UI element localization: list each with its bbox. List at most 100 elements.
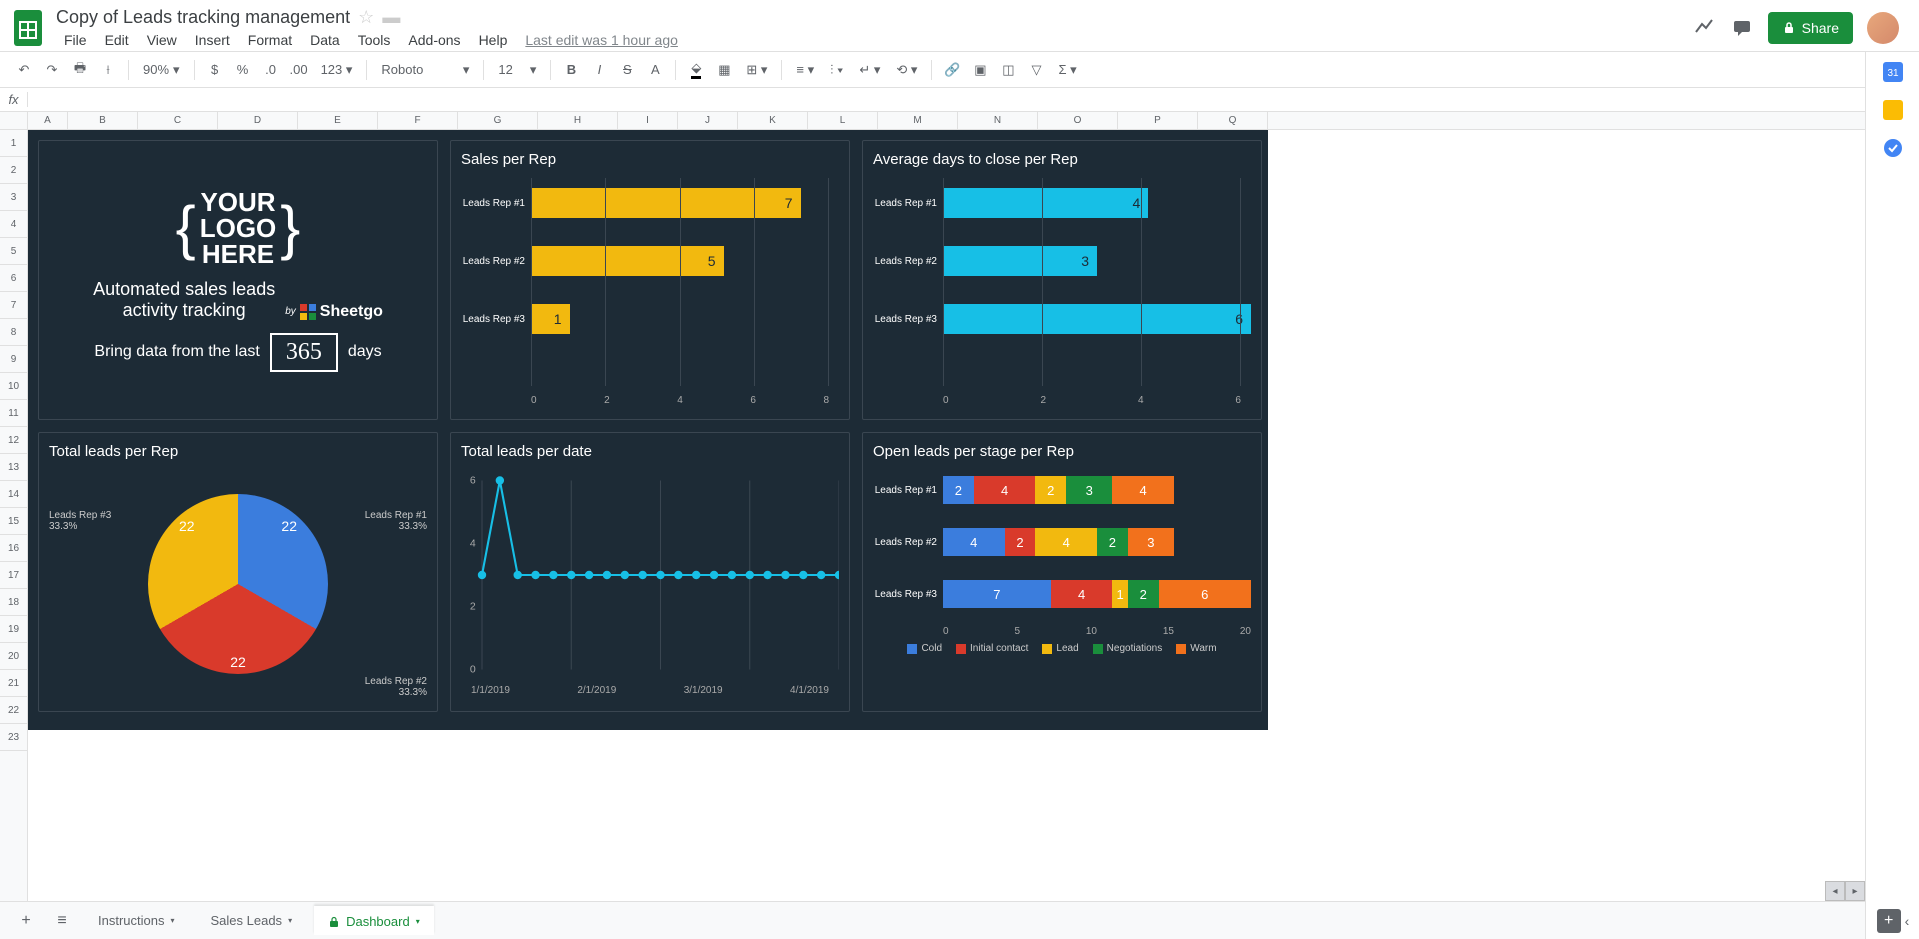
chart-button[interactable]: ◫ xyxy=(996,58,1020,82)
row-header[interactable]: 1 xyxy=(0,130,27,157)
comment-button[interactable]: ▣ xyxy=(968,58,992,82)
h-align-dropdown[interactable]: ≡ ▾ xyxy=(790,62,820,78)
avg-days-chart[interactable]: Average days to close per Rep Leads Rep … xyxy=(862,140,1262,420)
comments-icon[interactable] xyxy=(1730,16,1754,40)
move-folder-icon[interactable]: ▬ xyxy=(382,7,400,28)
font-dropdown[interactable]: Roboto▾ xyxy=(375,62,475,78)
column-header[interactable]: F xyxy=(378,112,458,129)
row-header[interactable]: 11 xyxy=(0,400,27,427)
row-header[interactable]: 20 xyxy=(0,643,27,670)
tasks-icon[interactable] xyxy=(1883,138,1903,158)
explore-button[interactable]: + ‹ xyxy=(1869,905,1917,937)
share-button[interactable]: Share xyxy=(1768,12,1853,44)
menu-view[interactable]: View xyxy=(139,30,185,50)
menu-file[interactable]: File xyxy=(56,30,95,50)
row-header[interactable]: 19 xyxy=(0,616,27,643)
filter-button[interactable]: ▽ xyxy=(1024,58,1048,82)
menu-insert[interactable]: Insert xyxy=(187,30,238,50)
open-leads-stage-chart[interactable]: Open leads per stage per Rep Leads Rep #… xyxy=(862,432,1262,712)
menu-addons[interactable]: Add-ons xyxy=(400,30,468,50)
column-header[interactable]: G xyxy=(458,112,538,129)
more-formats-dropdown[interactable]: 123 ▾ xyxy=(315,62,359,78)
row-header[interactable]: 14 xyxy=(0,481,27,508)
menu-format[interactable]: Format xyxy=(240,30,300,50)
bold-button[interactable]: B xyxy=(559,58,583,82)
percent-button[interactable]: % xyxy=(231,58,255,82)
column-header[interactable]: N xyxy=(958,112,1038,129)
dec-increase-button[interactable]: .00 xyxy=(287,58,311,82)
row-header[interactable]: 8 xyxy=(0,319,27,346)
row-header[interactable]: 3 xyxy=(0,184,27,211)
row-header[interactable]: 21 xyxy=(0,670,27,697)
activity-icon[interactable] xyxy=(1692,16,1716,40)
dec-decrease-button[interactable]: .0 xyxy=(259,58,283,82)
column-header[interactable]: A xyxy=(28,112,68,129)
column-header[interactable]: H xyxy=(538,112,618,129)
row-header[interactable]: 6 xyxy=(0,265,27,292)
doc-title[interactable]: Copy of Leads tracking management xyxy=(56,7,350,28)
borders-button[interactable]: ▦ xyxy=(712,58,736,82)
row-header[interactable]: 12 xyxy=(0,427,27,454)
menu-edit[interactable]: Edit xyxy=(97,30,137,50)
column-header[interactable]: J xyxy=(678,112,738,129)
column-header[interactable]: D xyxy=(218,112,298,129)
italic-button[interactable]: I xyxy=(587,58,611,82)
grid-area[interactable]: ABCDEFGHIJKLMNOPQ { YOUR LOGO HERE } Aut… xyxy=(28,112,1919,901)
calendar-icon[interactable]: 31 xyxy=(1883,62,1903,82)
fill-color-button[interactable]: ⬙ xyxy=(684,58,708,82)
last-edit-link[interactable]: Last edit was 1 hour ago xyxy=(517,32,678,48)
row-header[interactable]: 16 xyxy=(0,535,27,562)
currency-button[interactable]: $ xyxy=(203,58,227,82)
scroll-left-button[interactable]: ◂ xyxy=(1825,881,1845,901)
column-header[interactable]: P xyxy=(1118,112,1198,129)
sales-per-rep-chart[interactable]: Sales per Rep Leads Rep #1 7Leads Rep #2… xyxy=(450,140,850,420)
star-icon[interactable]: ☆ xyxy=(358,7,374,28)
menu-tools[interactable]: Tools xyxy=(350,30,399,50)
rotate-dropdown[interactable]: ⟲ ▾ xyxy=(890,62,923,78)
row-header[interactable]: 13 xyxy=(0,454,27,481)
paint-format-button[interactable]: ⟊ xyxy=(96,58,120,82)
sheets-logo-icon[interactable] xyxy=(8,8,48,48)
row-header[interactable]: 2 xyxy=(0,157,27,184)
total-leads-date-chart[interactable]: Total leads per date 0246 1/1/20192/1/20… xyxy=(450,432,850,712)
row-header[interactable]: 23 xyxy=(0,724,27,751)
merge-dropdown[interactable]: ⊞ ▾ xyxy=(740,62,773,78)
undo-button[interactable]: ↶ xyxy=(12,58,36,82)
column-header[interactable]: I xyxy=(618,112,678,129)
column-header[interactable]: K xyxy=(738,112,808,129)
total-leads-rep-chart[interactable]: Total leads per Rep 22 22 22 Leads Rep #… xyxy=(38,432,438,712)
row-header[interactable]: 22 xyxy=(0,697,27,724)
column-header[interactable]: C xyxy=(138,112,218,129)
select-all-corner[interactable] xyxy=(0,112,27,130)
column-header[interactable]: Q xyxy=(1198,112,1268,129)
column-header[interactable]: B xyxy=(68,112,138,129)
row-header[interactable]: 10 xyxy=(0,373,27,400)
strike-button[interactable]: S xyxy=(615,58,639,82)
tab-dashboard[interactable]: Dashboard▾ xyxy=(314,906,434,935)
redo-button[interactable]: ↷ xyxy=(40,58,64,82)
row-header[interactable]: 7 xyxy=(0,292,27,319)
tab-instructions[interactable]: Instructions▾ xyxy=(84,907,189,934)
menu-data[interactable]: Data xyxy=(302,30,348,50)
print-button[interactable]: 🖶 xyxy=(68,58,92,82)
text-color-button[interactable]: A xyxy=(643,58,667,82)
row-header[interactable]: 15 xyxy=(0,508,27,535)
row-header[interactable]: 17 xyxy=(0,562,27,589)
tab-sales-leads[interactable]: Sales Leads▾ xyxy=(197,907,307,934)
row-header[interactable]: 9 xyxy=(0,346,27,373)
column-header[interactable]: E xyxy=(298,112,378,129)
row-header[interactable]: 5 xyxy=(0,238,27,265)
scroll-right-button[interactable]: ▸ xyxy=(1845,881,1865,901)
wrap-dropdown[interactable]: ↵ ▾ xyxy=(853,62,886,78)
zoom-dropdown[interactable]: 90% ▾ xyxy=(137,62,186,78)
column-header[interactable]: M xyxy=(878,112,958,129)
column-header[interactable]: L xyxy=(808,112,878,129)
all-sheets-button[interactable]: ≡ xyxy=(48,907,76,935)
functions-dropdown[interactable]: Σ ▾ xyxy=(1052,62,1082,78)
menu-help[interactable]: Help xyxy=(471,30,516,50)
add-sheet-button[interactable]: + xyxy=(12,907,40,935)
days-input-box[interactable]: 365 xyxy=(270,333,338,372)
v-align-dropdown[interactable]: ⫶ ▾ xyxy=(824,62,849,78)
link-button[interactable]: 🔗 xyxy=(940,58,964,82)
column-header[interactable]: O xyxy=(1038,112,1118,129)
